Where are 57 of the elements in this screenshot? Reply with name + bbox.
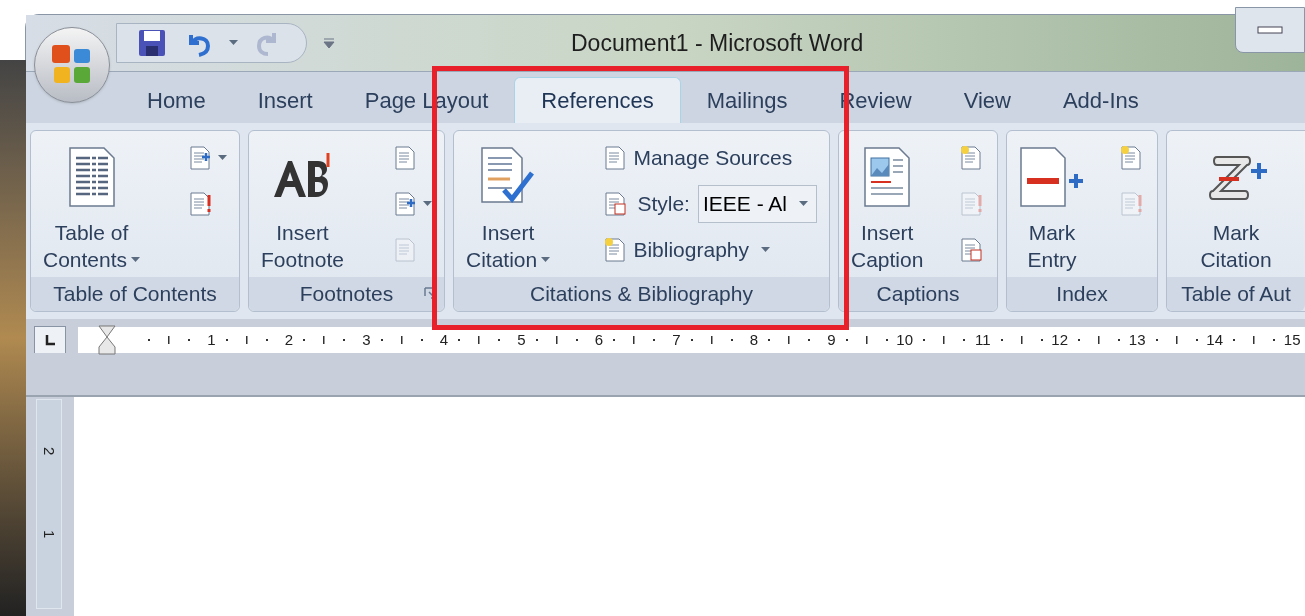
ribbon-large-button[interactable]: Mark Citation: [1196, 135, 1276, 275]
ruler-number: 11: [974, 329, 991, 350]
caret-icon: [799, 201, 808, 207]
ribbon-large-button[interactable]: Mark Entry: [1015, 135, 1089, 275]
caret-icon: [761, 247, 770, 253]
ruler-number: 14: [1206, 329, 1223, 350]
ruler-number: 7: [672, 329, 681, 350]
ruler-number: 12: [1051, 329, 1068, 350]
ribbon-tab[interactable]: Insert: [231, 77, 339, 123]
ruler-number: 13: [1128, 329, 1146, 350]
indent-marker-icon[interactable]: [98, 325, 116, 355]
ribbon-large-button[interactable]: Insert Caption: [847, 135, 928, 275]
tab-stop-selector[interactable]: [34, 326, 66, 354]
ruler-number: 5: [517, 329, 526, 350]
ribbon-small-button[interactable]: Manage Sources: [599, 135, 821, 181]
caret-icon: [541, 256, 551, 263]
caret-icon: [423, 201, 432, 207]
group-label: Citations & Bibliography: [530, 281, 753, 308]
ribbon-tab[interactable]: Add-Ins: [1036, 77, 1165, 123]
style-dropdown[interactable]: IEEE - Al: [697, 185, 817, 223]
window-title: Document1 - Microsoft Word: [571, 29, 864, 58]
left-tab-icon: [44, 334, 56, 346]
ruler-number: 10: [896, 329, 913, 350]
group-label: Index: [1056, 281, 1108, 308]
customize-toolbar-icon[interactable]: [323, 37, 335, 49]
ruler-number: 3: [362, 329, 371, 350]
ribbon-tab[interactable]: Home: [121, 77, 232, 123]
ruler-number: 8: [749, 329, 758, 350]
minimize-button[interactable]: [1235, 7, 1305, 53]
ruler-number: 1: [207, 329, 216, 350]
caption-icon: [863, 146, 912, 208]
ruler-number: 9: [827, 329, 836, 350]
group-label: Captions: [876, 281, 960, 308]
caret-icon: [229, 40, 238, 46]
group-label: Table of Aut: [1181, 281, 1291, 308]
mark-entry-icon: [1019, 146, 1085, 208]
ruler-number: 2: [40, 447, 60, 456]
minimize-icon: [1257, 26, 1283, 34]
caret-icon: [131, 256, 141, 263]
ruler-number: 6: [594, 329, 603, 350]
ribbon-large-button[interactable]: Insert Citation: [462, 135, 555, 275]
group-label: Table of Contents: [53, 281, 217, 308]
ruler-number: 4: [439, 329, 448, 350]
group-label: Footnotes: [299, 281, 394, 308]
ribbon-tab[interactable]: Mailings: [680, 77, 814, 123]
ribbon-tab[interactable]: View: [937, 77, 1037, 123]
table-of-contents-icon: [67, 146, 116, 208]
ribbon-large-button[interactable]: Table of Contents: [39, 135, 145, 275]
ruler-number: 1: [40, 529, 60, 538]
ruler-number: 2: [284, 329, 293, 350]
ruler-number: 15: [1283, 329, 1301, 350]
ribbon-small-button[interactable]: Bibliography: [599, 227, 821, 273]
caret-icon: [218, 155, 227, 161]
style-label: Style:: [637, 191, 690, 218]
save-icon[interactable]: [137, 28, 167, 58]
ribbon-tab[interactable]: References: [514, 77, 681, 123]
ribbon-large-button[interactable]: Insert Footnote: [257, 135, 348, 275]
